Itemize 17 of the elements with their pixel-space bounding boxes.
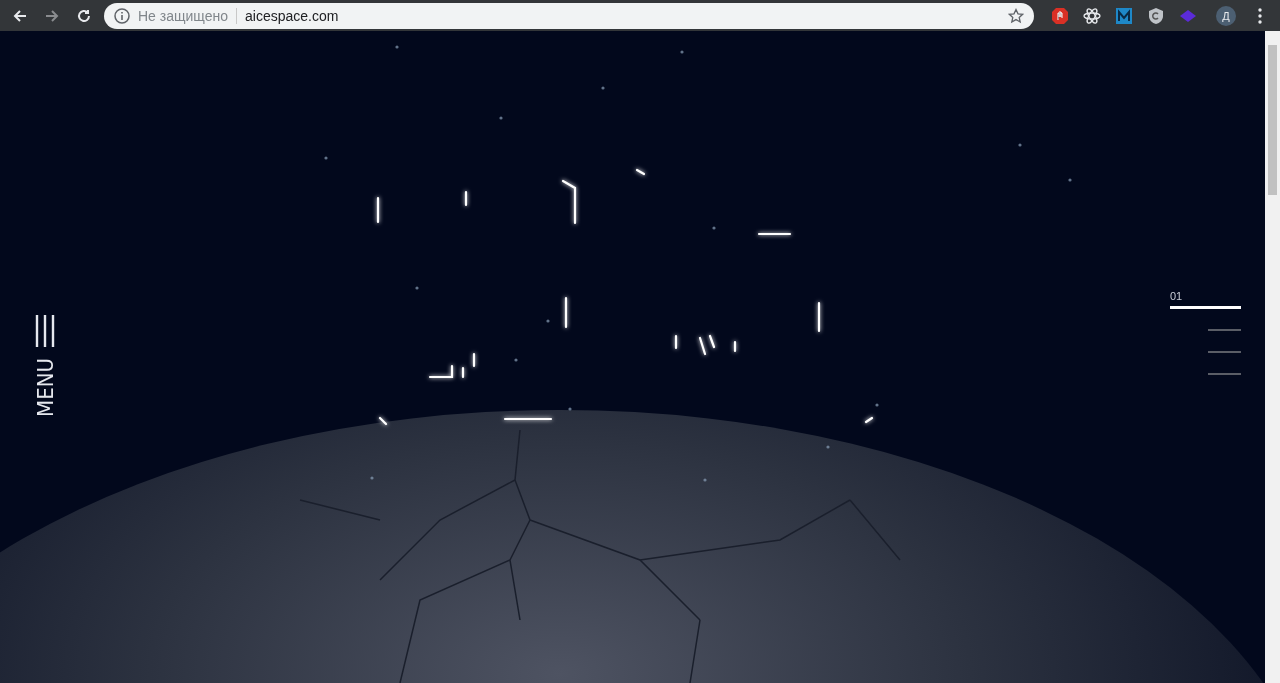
security-label: Не защищено <box>138 7 228 24</box>
back-arrow-icon <box>12 7 28 24</box>
url-text[interactable]: aicespace.com <box>245 7 1000 24</box>
info-icon[interactable] <box>114 7 130 24</box>
star-icon[interactable] <box>1008 7 1024 24</box>
address-bar[interactable]: Не защищено aicespace.com <box>104 2 1034 29</box>
profile-avatar[interactable]: Д <box>1216 5 1236 26</box>
slide-indicator[interactable] <box>1208 372 1241 375</box>
reload-icon <box>76 7 92 24</box>
slide-indicator[interactable]: 01 <box>1170 289 1241 309</box>
menu-icon[interactable] <box>34 314 56 347</box>
slide-indicator[interactable] <box>1208 328 1241 331</box>
slide-indicator[interactable] <box>1208 350 1241 353</box>
slide-number: 01 <box>1170 289 1183 302</box>
scrollbar[interactable] <box>1265 31 1280 683</box>
menu-label[interactable]: MENU <box>32 357 58 417</box>
forward-arrow-icon <box>44 7 60 24</box>
